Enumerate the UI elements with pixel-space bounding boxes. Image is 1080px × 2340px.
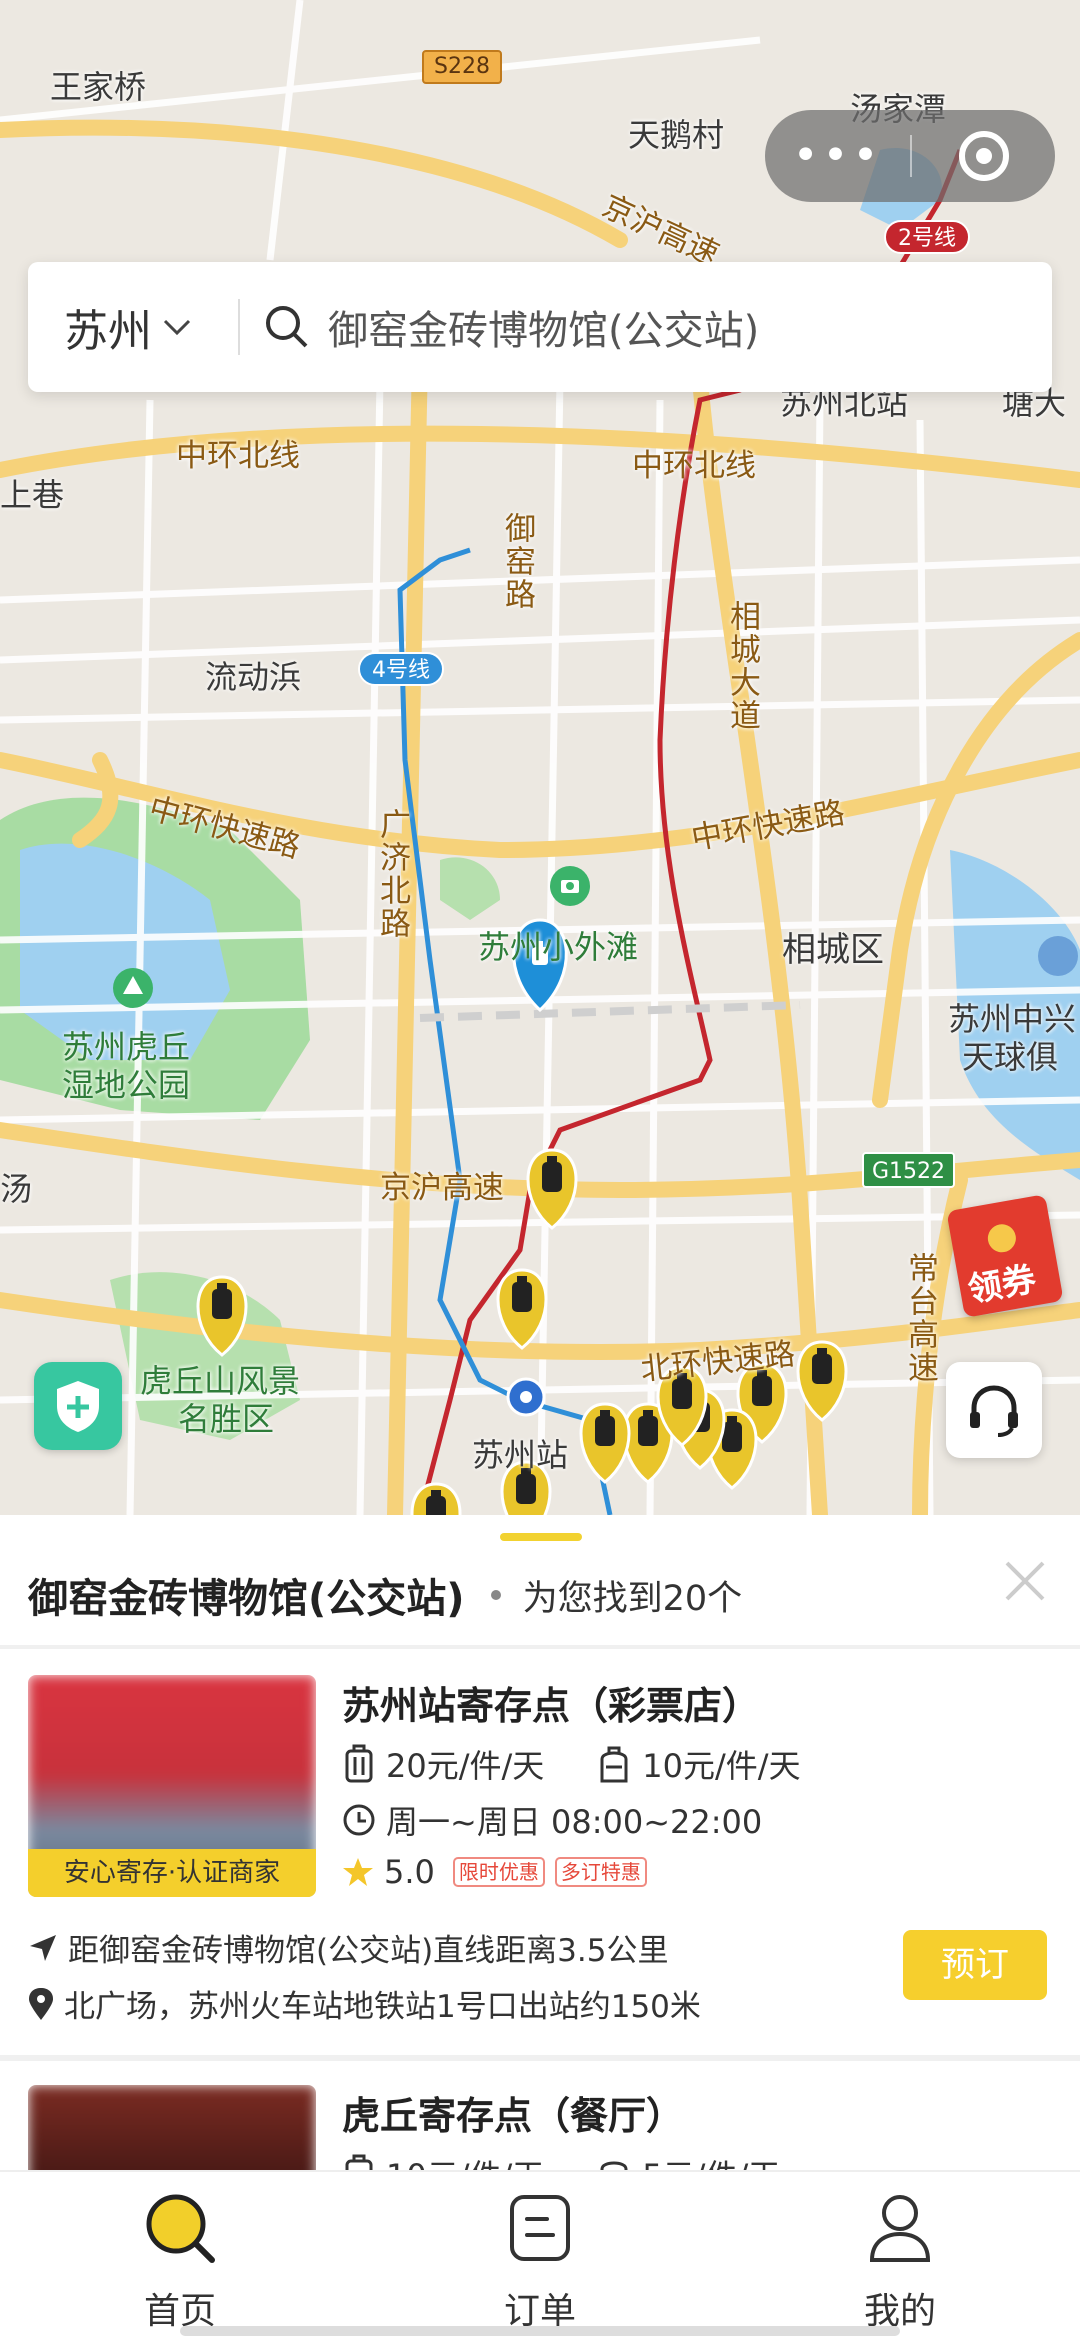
app-root: 王家桥 天鹅村 汤家潭 京沪高速 苏州北站 塘大 中环北线 中环北线 上巷 御窑…: [0, 0, 1080, 2340]
map-label: 京沪高速: [380, 1170, 504, 1206]
coupon-label: 领券: [965, 1259, 1039, 1311]
result-count: 为您找到20个: [522, 1578, 743, 1619]
miniprogram-capsule: •••: [765, 110, 1055, 202]
order-icon: [500, 2188, 580, 2268]
location-icon: [29, 1987, 53, 2020]
star-icon: [343, 1858, 373, 1886]
certified-badge: 安心寄存·认证商家: [28, 1849, 316, 1897]
luggage-icon: [345, 2154, 373, 2170]
safety-button[interactable]: [34, 1362, 122, 1450]
search-bar: 苏州 御窑金砖博物馆(公交站): [28, 262, 1052, 392]
shield-icon: [57, 1381, 99, 1432]
map-label: 中环北线: [176, 438, 300, 474]
price-small: 10元/件/天: [642, 1747, 801, 1785]
headset-icon: [970, 1385, 1018, 1437]
store-thumbnail: [28, 2085, 316, 2170]
backpack-icon: [600, 2161, 628, 2170]
close-icon[interactable]: [1003, 1559, 1047, 1603]
search-icon: [140, 2188, 220, 2268]
tab-home[interactable]: 首页: [60, 2172, 300, 2340]
book-button[interactable]: 预订: [903, 1930, 1047, 2000]
search-icon: [266, 306, 308, 348]
route-badge-s228: S228: [422, 50, 502, 84]
map-label: 广济北路: [374, 808, 410, 940]
metro-badge-line2: 2号线: [884, 220, 970, 254]
red-envelope-icon: 领券: [946, 1194, 1064, 1318]
map-label: 上巷: [0, 476, 65, 514]
miniprogram-close-icon[interactable]: [912, 131, 1055, 181]
navigation-arrow-icon: [30, 1934, 56, 1961]
map-label: 汤: [0, 1170, 33, 1208]
tab-orders[interactable]: 订单: [420, 2172, 660, 2340]
map-label: 天球俱: [962, 1038, 1059, 1076]
store-name: 虎丘寄存点（餐厅）: [342, 2094, 685, 2138]
map-label: 苏州站: [472, 1436, 569, 1474]
map-label: 天鹅村: [628, 116, 725, 154]
map-label: 流动浜: [205, 658, 302, 696]
chevron-down-icon: [163, 319, 191, 336]
map-view[interactable]: 王家桥 天鹅村 汤家潭 京沪高速 苏州北站 塘大 中环北线 中环北线 上巷 御窑…: [0, 0, 1080, 1515]
map-label: 中环北线: [632, 448, 756, 484]
customer-service-button[interactable]: [946, 1362, 1042, 1458]
map-label: 常台高速: [902, 1252, 938, 1384]
tab-bar: 首页 订单 我的: [0, 2170, 1080, 2340]
store-name: 苏州站寄存点（彩票店）: [342, 1684, 761, 1728]
city-selector[interactable]: 苏州: [28, 295, 238, 359]
city-label: 苏州: [64, 306, 152, 357]
map-label: 御窑路: [499, 512, 535, 611]
price-small: 5元/件/天: [642, 2151, 780, 2170]
search-input[interactable]: 御窑金砖博物馆(公交站): [328, 298, 759, 356]
clock-icon: [343, 1804, 375, 1836]
sheet-title: 御窑金砖博物馆(公交站): [28, 1576, 465, 1622]
map-label: 相城区: [782, 930, 884, 970]
price-large: 20元/件/天: [386, 1747, 545, 1785]
price-large: 10元/件/天: [386, 2151, 544, 2170]
home-indicator: [180, 2326, 900, 2336]
more-dots-icon[interactable]: •••: [765, 110, 910, 202]
metro-badge-line4: 4号线: [358, 652, 444, 686]
sheet-header: 御窑金砖博物馆(公交站) 为您找到20个: [0, 1545, 1080, 1645]
store-thumbnail: 安心寄存·认证商家: [28, 1675, 316, 1897]
distance-text: 距御窑金砖博物馆(公交站)直线距离3.5公里: [68, 1933, 669, 1969]
map-label: 相城大道: [724, 600, 760, 732]
promo-tag: 限时优惠: [452, 1857, 545, 1887]
map-label: 名胜区: [178, 1400, 275, 1438]
sheet-handle[interactable]: [500, 1533, 582, 1541]
business-hours: 周一~周日 08:00~22:00: [386, 1803, 763, 1841]
address-text: 北广场，苏州火车站地铁站1号口出站约150米: [64, 1989, 701, 2025]
promo-tag: 多订特惠: [554, 1857, 647, 1887]
results-sheet: 御窑金砖博物馆(公交站) 为您找到20个 安心寄存·认证商家 苏州站寄存点（彩票…: [0, 1515, 1080, 2170]
person-icon: [860, 2188, 940, 2268]
map-label: 苏州小外滩: [478, 928, 639, 966]
backpack-icon: [600, 1746, 628, 1783]
tab-profile[interactable]: 我的: [780, 2172, 1020, 2340]
coupon-button[interactable]: 领券: [946, 1190, 1080, 1318]
highway-badge-g1522: G1522: [862, 1152, 956, 1188]
map-label: 湿地公园: [62, 1066, 191, 1104]
luggage-icon: [345, 1744, 373, 1783]
rating: 5.0: [384, 1853, 435, 1891]
map-label: 王家桥: [50, 68, 147, 106]
